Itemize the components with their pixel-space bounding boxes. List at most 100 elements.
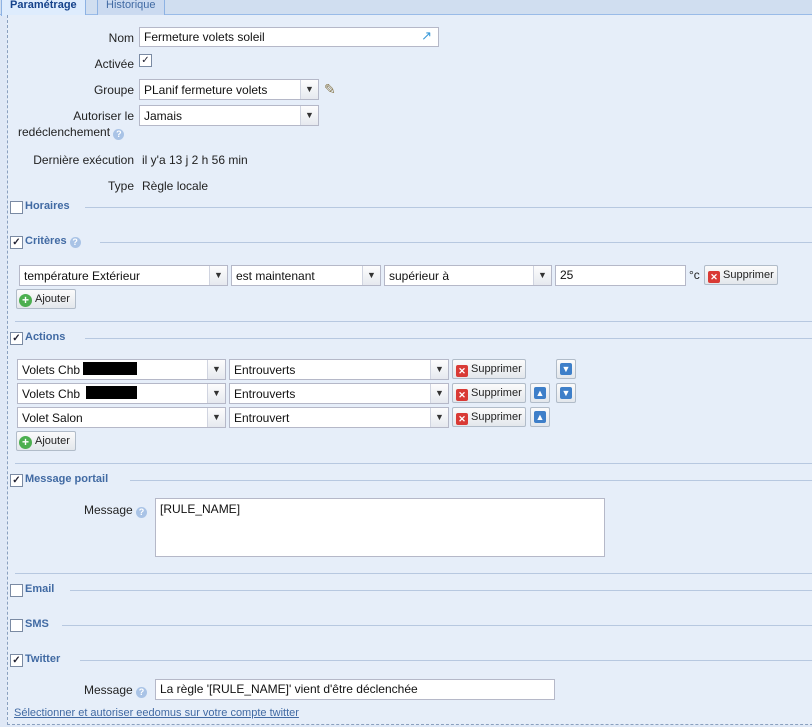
redeclenchement-select[interactable]: Jamais ▼ bbox=[139, 105, 319, 126]
type-value: Règle locale bbox=[142, 179, 209, 193]
sms-checkbox[interactable] bbox=[10, 619, 23, 632]
chevron-down-icon[interactable]: ▼ bbox=[533, 266, 551, 285]
help-icon[interactable]: ? bbox=[136, 687, 148, 698]
groupe-select[interactable]: PLanif fermeture volets ▼ bbox=[139, 79, 319, 100]
section-message-portail-title: Message portail bbox=[25, 473, 109, 485]
portail-message-label: Message ? bbox=[84, 503, 148, 518]
horaires-checkbox[interactable] bbox=[10, 201, 23, 214]
critere-device-select[interactable]: température Extérieur ▼ bbox=[19, 265, 228, 286]
activee-label: Activée bbox=[94, 57, 134, 71]
criteres-checkbox[interactable]: ✓ bbox=[10, 236, 23, 249]
critere-value-input[interactable]: 25 bbox=[555, 265, 686, 286]
action-delete-button[interactable]: ✕ Supprimer bbox=[452, 359, 526, 379]
action-state-select[interactable]: Entrouverts ▼ bbox=[229, 359, 449, 380]
critere-add-button[interactable]: + Ajouter bbox=[16, 289, 76, 309]
twitter-bird-icon: ↗ bbox=[421, 28, 432, 43]
section-email-title: Email bbox=[25, 583, 55, 595]
move-down-button[interactable]: ▼ bbox=[556, 359, 576, 379]
divider bbox=[62, 625, 812, 626]
tab-historique[interactable]: Historique bbox=[97, 0, 165, 15]
chevron-down-icon[interactable]: ▼ bbox=[207, 384, 225, 403]
critere-delete-label: Supprimer bbox=[723, 269, 774, 281]
divider bbox=[15, 321, 812, 322]
nom-input[interactable]: Fermeture volets soleil ↗ bbox=[139, 27, 439, 47]
move-down-button[interactable]: ▼ bbox=[556, 383, 576, 403]
derniere-execution-value: il y'a 13 j 2 h 56 min bbox=[142, 153, 248, 167]
critere-unit: °c bbox=[689, 268, 700, 282]
derniere-execution-label: Dernière exécution bbox=[33, 153, 134, 167]
help-icon[interactable]: ? bbox=[136, 507, 148, 518]
action-delete-button[interactable]: ✕ Supprimer bbox=[452, 407, 526, 427]
section-actions-title: Actions bbox=[25, 331, 66, 343]
section-criteres-title: Critères ? bbox=[25, 235, 81, 248]
critere-delete-button[interactable]: ✕ Supprimer bbox=[704, 265, 778, 285]
critere-operator-select[interactable]: supérieur à ▼ bbox=[384, 265, 552, 286]
action-state-select[interactable]: Entrouverts ▼ bbox=[229, 383, 449, 404]
critere-when-select[interactable]: est maintenant ▼ bbox=[231, 265, 381, 286]
delete-icon: ✕ bbox=[708, 271, 720, 283]
critere-add-label: Ajouter bbox=[35, 293, 70, 305]
help-icon[interactable]: ? bbox=[113, 129, 125, 140]
move-up-button[interactable]: ▲ bbox=[530, 383, 550, 403]
action-device-value: Volet Salon bbox=[22, 411, 83, 425]
twitter-authorize-link[interactable]: Sélectionner et autoriser eedomus sur vo… bbox=[14, 707, 299, 719]
autoriser-label-line2: redéclenchement ? bbox=[18, 125, 125, 140]
message-portail-checkbox[interactable]: ✓ bbox=[10, 474, 23, 487]
actions-checkbox[interactable]: ✓ bbox=[10, 332, 23, 345]
section-sms-title: SMS bbox=[25, 618, 49, 630]
delete-icon: ✕ bbox=[456, 389, 468, 401]
action-delete-label: Supprimer bbox=[471, 363, 522, 375]
action-add-label: Ajouter bbox=[35, 435, 70, 447]
twitter-checkbox[interactable]: ✓ bbox=[10, 654, 23, 667]
critere-operator-value: supérieur à bbox=[389, 269, 450, 283]
chevron-down-icon[interactable]: ▼ bbox=[300, 106, 318, 125]
tab-parametrage[interactable]: Paramétrage bbox=[1, 0, 86, 16]
edit-pencil-icon[interactable]: ✎ bbox=[324, 81, 336, 98]
section-horaires-title: Horaires bbox=[25, 200, 70, 212]
arrow-down-icon: ▼ bbox=[560, 387, 572, 399]
portail-message-label-text: Message bbox=[84, 503, 133, 517]
portail-message-textarea[interactable]: [RULE_NAME] bbox=[155, 498, 605, 557]
chevron-down-icon[interactable]: ▼ bbox=[207, 360, 225, 379]
help-icon[interactable]: ? bbox=[69, 237, 81, 248]
divider bbox=[70, 590, 812, 591]
activee-checkbox[interactable]: ✓ bbox=[139, 54, 152, 67]
twitter-message-label-text: Message bbox=[84, 683, 133, 697]
divider bbox=[130, 480, 812, 481]
chevron-down-icon[interactable]: ▼ bbox=[430, 384, 448, 403]
divider bbox=[80, 660, 812, 661]
arrow-down-icon: ▼ bbox=[560, 363, 572, 375]
section-criteres-text: Critères bbox=[25, 235, 67, 247]
twitter-message-input[interactable]: La règle '[RULE_NAME]' vient d'être décl… bbox=[155, 679, 555, 700]
groupe-label: Groupe bbox=[93, 83, 134, 97]
action-state-value: Entrouverts bbox=[234, 363, 296, 377]
section-twitter-title: Twitter bbox=[25, 653, 61, 665]
chevron-down-icon[interactable]: ▼ bbox=[207, 408, 225, 427]
chevron-down-icon[interactable]: ▼ bbox=[209, 266, 227, 285]
redacted-block bbox=[83, 362, 137, 375]
email-checkbox[interactable] bbox=[10, 584, 23, 597]
add-icon: + bbox=[19, 436, 32, 449]
action-delete-button[interactable]: ✕ Supprimer bbox=[452, 383, 526, 403]
arrow-up-icon: ▲ bbox=[534, 387, 546, 399]
divider bbox=[85, 207, 812, 208]
twitter-message-label: Message ? bbox=[84, 683, 148, 698]
tab-bar: Paramétrage Historique bbox=[0, 0, 812, 16]
critere-device-value: température Extérieur bbox=[24, 269, 141, 283]
chevron-down-icon[interactable]: ▼ bbox=[430, 408, 448, 427]
nom-input-value: Fermeture volets soleil bbox=[144, 30, 265, 44]
action-state-select[interactable]: Entrouvert ▼ bbox=[229, 407, 449, 428]
action-state-value: Entrouvert bbox=[234, 411, 290, 425]
chevron-down-icon[interactable]: ▼ bbox=[362, 266, 380, 285]
action-delete-label: Supprimer bbox=[471, 387, 522, 399]
chevron-down-icon[interactable]: ▼ bbox=[300, 80, 318, 99]
action-add-button[interactable]: + Ajouter bbox=[16, 431, 76, 451]
action-device-value: Volets Chb bbox=[22, 363, 81, 377]
action-device-select[interactable]: Volet Salon ▼ bbox=[17, 407, 226, 428]
autoriser-label-text: redéclenchement bbox=[18, 125, 111, 139]
move-up-button[interactable]: ▲ bbox=[530, 407, 550, 427]
divider bbox=[15, 463, 812, 464]
chevron-down-icon[interactable]: ▼ bbox=[430, 360, 448, 379]
redacted-block bbox=[86, 386, 137, 399]
divider bbox=[85, 338, 812, 339]
